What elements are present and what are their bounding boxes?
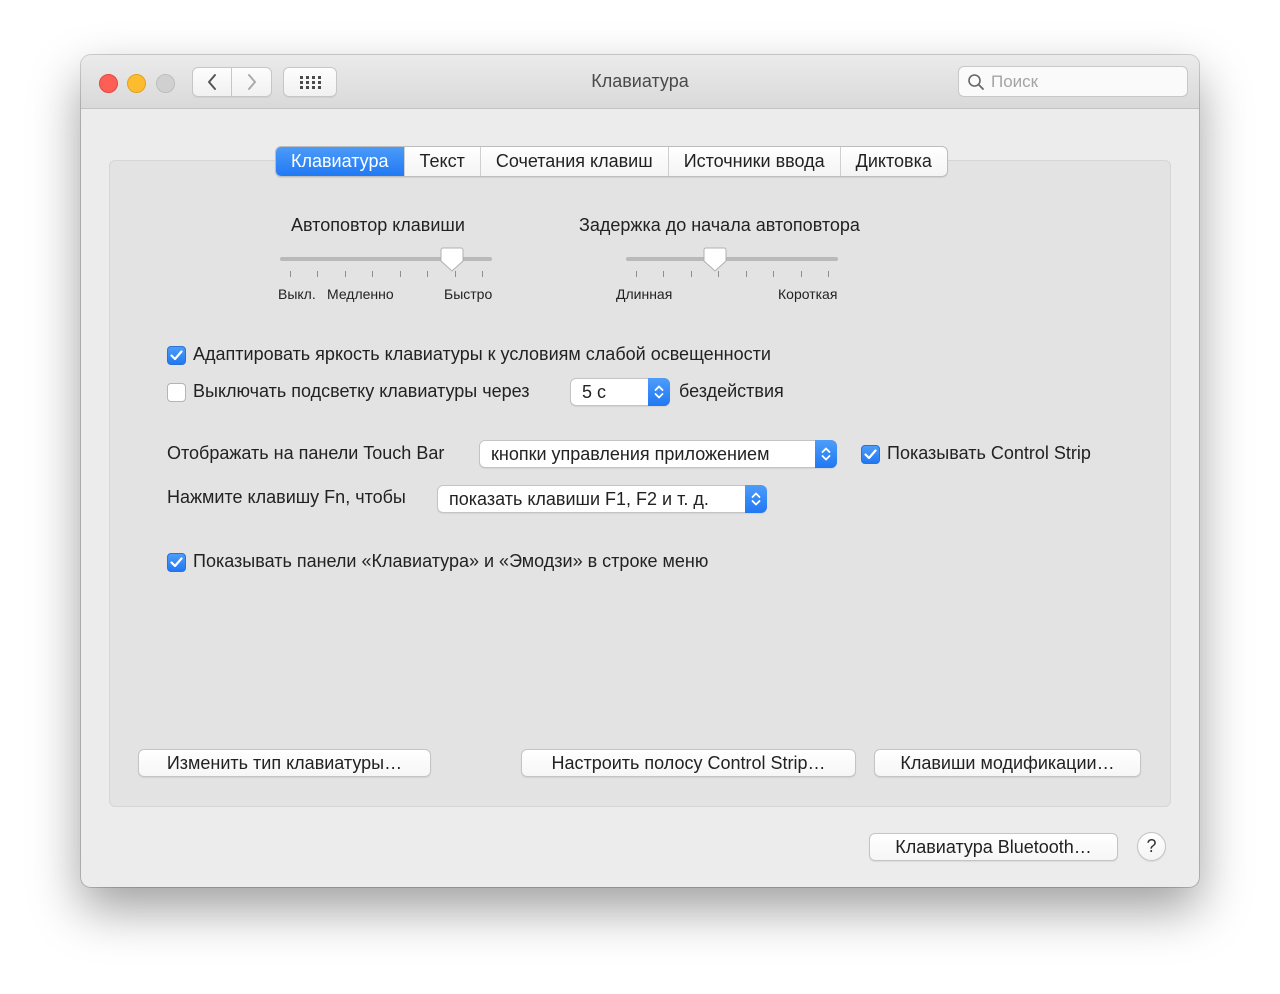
checkmark-icon — [864, 449, 877, 460]
slider-tick — [399, 271, 401, 277]
slider-tick — [317, 271, 319, 277]
backlight-timeout-value: 5 с — [582, 382, 607, 402]
slider-tick — [773, 271, 775, 277]
control-strip-checkbox[interactable] — [861, 445, 880, 464]
updown-arrows-icon — [745, 485, 767, 513]
slider-tick — [290, 271, 291, 277]
key-repeat-slider-thumb[interactable] — [439, 246, 465, 274]
slider-tick — [482, 271, 483, 277]
slider-tick — [663, 271, 665, 277]
system-preferences-window: Клавиатура Поиск Клавиатура Текст Сочета… — [81, 55, 1199, 887]
checkmark-icon — [170, 350, 183, 361]
title-bar: Клавиатура Поиск — [81, 55, 1199, 109]
backlight-off-checkbox[interactable] — [167, 383, 186, 402]
slider-tick — [828, 271, 829, 277]
tab-bar: Клавиатура Текст Сочетания клавиш Источн… — [275, 146, 948, 177]
fn-key-value: показать клавиши F1, F2 и т. д. — [449, 489, 709, 509]
slider-tick — [800, 271, 802, 277]
delay-label-long: Длинная — [616, 286, 673, 302]
tab-shortcuts[interactable]: Сочетания клавиш — [479, 147, 668, 176]
key-repeat-label-off: Выкл. — [278, 286, 316, 302]
search-icon — [968, 73, 984, 90]
search-placeholder: Поиск — [991, 71, 1039, 91]
tab-text[interactable]: Текст — [403, 147, 480, 176]
search-field[interactable]: Поиск — [958, 66, 1188, 97]
fn-key-label: Нажмите клавишу Fn, чтобы — [167, 487, 406, 507]
adjust-brightness-label: Адаптировать яркость клавиатуры к услови… — [193, 344, 771, 364]
backlight-suffix-label: бездействия — [679, 381, 784, 401]
touch-bar-label: Отображать на панели Touch Bar — [167, 443, 445, 463]
slider-tick — [745, 271, 747, 277]
adjust-brightness-checkbox[interactable] — [167, 346, 186, 365]
key-repeat-title: Автоповтор клавиши — [291, 215, 465, 235]
slider-tick — [372, 271, 374, 277]
slider-tick — [344, 271, 346, 277]
change-keyboard-type-button[interactable]: Изменить тип клавиатуры… — [138, 749, 431, 777]
slider-tick — [636, 271, 637, 277]
touch-bar-select[interactable]: кнопки управления приложением — [479, 440, 837, 468]
tab-dictation[interactable]: Диктовка — [839, 147, 947, 176]
checkmark-icon — [170, 557, 183, 568]
key-repeat-label-fast: Быстро — [444, 286, 493, 302]
updown-arrows-icon — [648, 378, 670, 406]
touch-bar-value: кнопки управления приложением — [491, 444, 770, 464]
delay-track[interactable] — [626, 257, 838, 261]
tab-keyboard[interactable]: Клавиатура — [276, 147, 404, 176]
tab-input-sources[interactable]: Источники ввода — [667, 147, 840, 176]
slider-tick — [690, 271, 692, 277]
key-repeat-label-slow: Медленно — [327, 286, 394, 302]
backlight-timeout-select[interactable]: 5 с — [570, 378, 670, 406]
bluetooth-keyboard-button[interactable]: Клавиатура Bluetooth… — [869, 833, 1118, 861]
updown-arrows-icon — [815, 440, 837, 468]
delay-slider-thumb[interactable] — [702, 246, 728, 274]
help-button[interactable]: ? — [1137, 832, 1166, 861]
fn-key-select[interactable]: показать клавиши F1, F2 и т. д. — [437, 485, 767, 513]
customize-control-strip-button[interactable]: Настроить полосу Control Strip… — [521, 749, 856, 777]
modifier-keys-button[interactable]: Клавиши модификации… — [874, 749, 1141, 777]
delay-label-short: Короткая — [778, 286, 838, 302]
show-panels-checkbox[interactable] — [167, 553, 186, 572]
delay-title: Задержка до начала автоповтора — [579, 215, 860, 235]
backlight-off-label: Выключать подсветку клавиатуры через — [193, 381, 530, 401]
slider-tick — [427, 271, 429, 277]
show-panels-label: Показывать панели «Клавиатура» и «Эмодзи… — [193, 551, 709, 571]
control-strip-label: Показывать Control Strip — [887, 443, 1091, 463]
